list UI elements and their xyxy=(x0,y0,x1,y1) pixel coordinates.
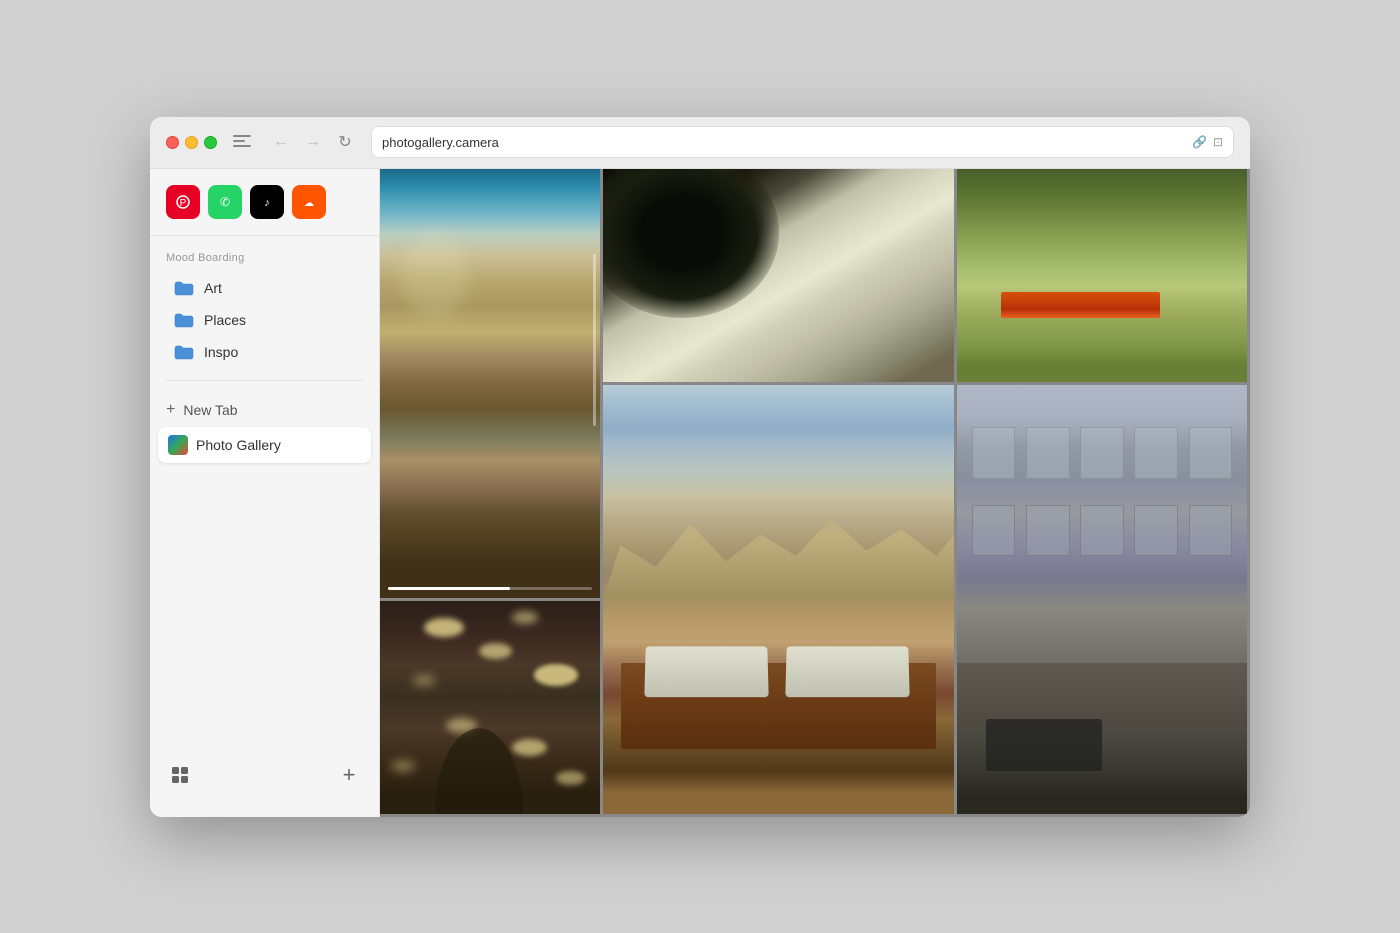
photo-green-bench[interactable] xyxy=(957,169,1247,382)
active-tab[interactable]: Photo Gallery xyxy=(158,427,371,463)
address-bar[interactable]: photogallery.camera 🔗 ⊡ xyxy=(371,126,1234,158)
back-button[interactable]: ← xyxy=(267,128,295,156)
sidebar-item-art-label: Art xyxy=(204,280,222,296)
new-tab-button[interactable]: + New Tab xyxy=(150,393,379,427)
section-label: Mood Boarding xyxy=(150,236,379,272)
tab-favicon xyxy=(168,435,188,455)
folder-icon-inspo xyxy=(174,344,194,360)
photo-paris-building[interactable] xyxy=(957,385,1247,814)
bookmark-soundcloud[interactable]: ☁ xyxy=(292,185,326,219)
photo-desert-loungers[interactable] xyxy=(603,385,954,814)
link-icon[interactable]: 🔗 xyxy=(1192,135,1207,149)
photo-bokeh-lights[interactable] xyxy=(380,601,600,814)
svg-text:♪: ♪ xyxy=(264,197,270,209)
sidebar-item-inspo-label: Inspo xyxy=(204,344,238,360)
traffic-lights xyxy=(166,136,217,149)
plus-icon: + xyxy=(166,401,175,419)
share-icon[interactable]: ⊡ xyxy=(1213,135,1223,149)
sidebar-divider xyxy=(166,380,363,381)
folder-icon-art xyxy=(174,280,194,296)
add-icon: + xyxy=(343,764,356,786)
bookmark-pinterest[interactable]: P xyxy=(166,185,200,219)
new-tab-label: New Tab xyxy=(183,402,237,418)
sidebar-item-art[interactable]: Art xyxy=(158,272,371,304)
add-button[interactable]: + xyxy=(335,761,363,789)
title-bar: ← → ↻ photogallery.camera 🔗 ⊡ xyxy=(150,117,1250,169)
close-button[interactable] xyxy=(166,136,179,149)
progress-indicator xyxy=(388,587,592,590)
sidebar: P ✆ ♪ ☁ Mood Boarding xyxy=(150,169,380,817)
main-area: P ✆ ♪ ☁ Mood Boarding xyxy=(150,169,1250,817)
settings-icon[interactable] xyxy=(166,761,194,789)
sidebar-footer: + xyxy=(150,749,379,801)
minimize-button[interactable] xyxy=(185,136,198,149)
active-tab-label: Photo Gallery xyxy=(196,437,281,453)
folder-icon-places xyxy=(174,312,194,328)
sidebar-toggle-button[interactable] xyxy=(233,135,251,149)
maximize-button[interactable] xyxy=(204,136,217,149)
sidebar-item-places-label: Places xyxy=(204,312,246,328)
bookmark-tiktok[interactable]: ♪ xyxy=(250,185,284,219)
photo-beach-aerial[interactable] xyxy=(380,169,600,598)
svg-text:✆: ✆ xyxy=(220,195,230,209)
photo-pathway[interactable] xyxy=(603,169,954,382)
url-text: photogallery.camera xyxy=(382,135,1186,150)
scroll-indicator xyxy=(593,254,596,426)
svg-text:P: P xyxy=(180,198,187,209)
browser-window: ← → ↻ photogallery.camera 🔗 ⊡ P ✆ ♪ xyxy=(150,117,1250,817)
bookmark-whatsapp[interactable]: ✆ xyxy=(208,185,242,219)
refresh-button[interactable]: ↻ xyxy=(331,128,359,156)
svg-text:☁: ☁ xyxy=(304,198,314,209)
sidebar-item-inspo[interactable]: Inspo xyxy=(158,336,371,368)
bookmarks-row: P ✆ ♪ ☁ xyxy=(150,185,379,236)
gallery-area xyxy=(380,169,1250,817)
forward-button[interactable]: → xyxy=(299,128,327,156)
nav-buttons: ← → ↻ xyxy=(267,128,359,156)
sidebar-item-places[interactable]: Places xyxy=(158,304,371,336)
